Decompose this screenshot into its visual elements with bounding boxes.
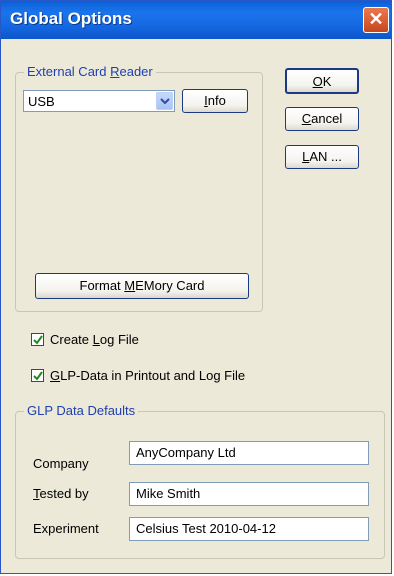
company-field[interactable]: AnyCompany Ltd — [129, 441, 369, 465]
card-reader-select-value: USB — [28, 94, 55, 109]
tested-by-field[interactable]: Mike Smith — [129, 482, 369, 506]
create-log-file-checkbox[interactable] — [31, 333, 44, 346]
card-reader-group-label: External Card Reader — [24, 64, 156, 79]
company-label: Company — [33, 456, 89, 471]
checkmark-icon — [33, 371, 43, 381]
close-icon: ✕ — [368, 9, 384, 29]
title-bar[interactable]: Global Options ✕ — [1, 1, 391, 39]
create-log-file-row[interactable]: Create Log File — [31, 332, 139, 347]
glp-data-checkbox[interactable] — [31, 369, 44, 382]
chevron-down-icon — [160, 98, 170, 105]
glp-defaults-group-label: GLP Data Defaults — [24, 403, 139, 418]
glp-data-row[interactable]: GLP-Data in Printout and Log File — [31, 368, 245, 383]
tested-by-label: Tested by — [33, 486, 89, 501]
format-memory-card-button[interactable]: Format MEMory Card — [35, 273, 249, 299]
checkmark-icon — [33, 335, 43, 345]
close-button[interactable]: ✕ — [363, 7, 389, 33]
window-title: Global Options — [10, 9, 132, 28]
card-reader-select[interactable]: USB — [23, 90, 175, 112]
combo-dropdown-button[interactable] — [156, 92, 173, 110]
cancel-button[interactable]: Cancel — [285, 107, 359, 131]
create-log-file-label: Create Log File — [50, 332, 139, 347]
info-button[interactable]: Info — [182, 89, 248, 113]
glp-data-label: GLP-Data in Printout and Log File — [50, 368, 246, 383]
lan-button[interactable]: LAN ... — [285, 145, 359, 169]
experiment-label: Experiment — [33, 521, 99, 536]
global-options-dialog: Global Options ✕ External Card Reader US… — [0, 0, 392, 574]
ok-button[interactable]: OK — [285, 68, 359, 94]
experiment-field[interactable]: Celsius Test 2010-04-12 — [129, 517, 369, 541]
